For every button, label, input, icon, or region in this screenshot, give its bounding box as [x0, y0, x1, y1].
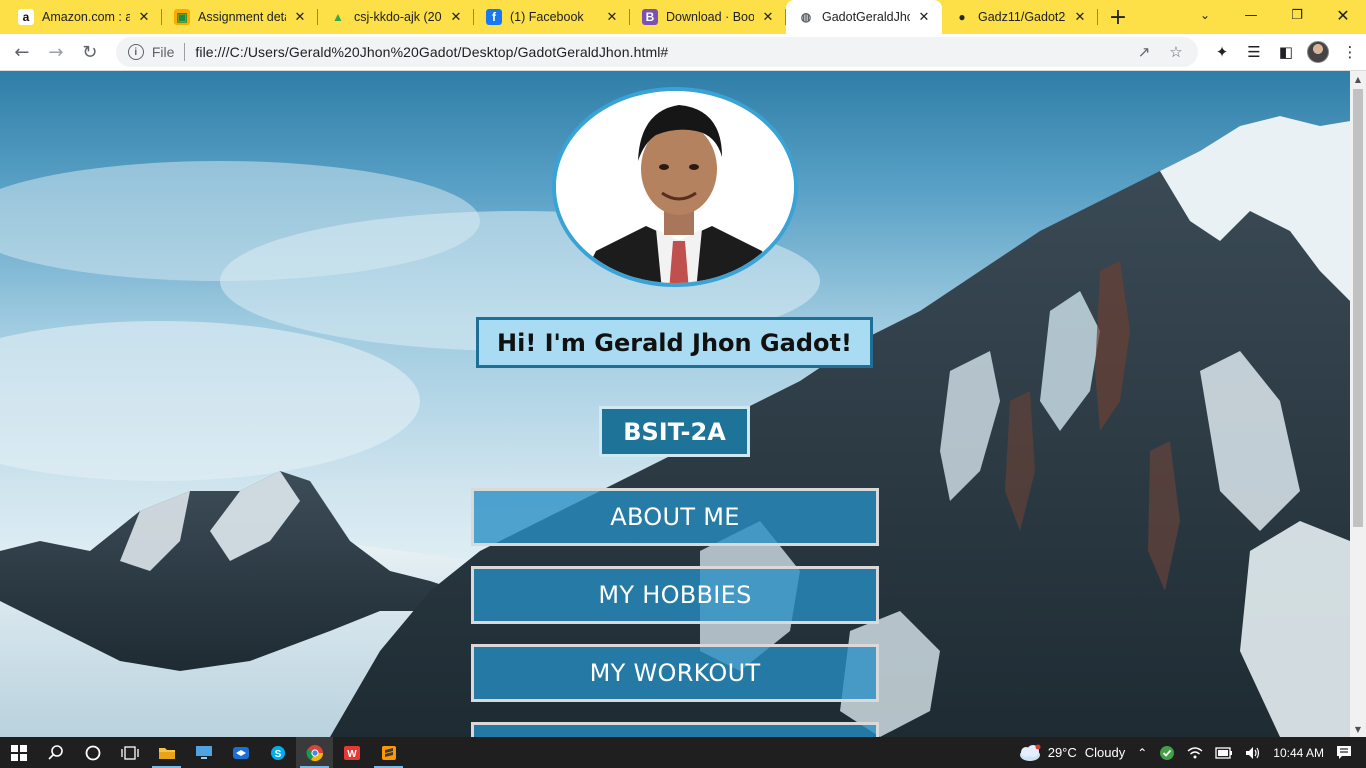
forward-icon[interactable]: →	[40, 36, 72, 68]
task-view-icon[interactable]	[111, 737, 148, 768]
share-icon[interactable]: ↗	[1132, 40, 1156, 64]
wps-office-icon[interactable]: W	[333, 737, 370, 768]
windows-taskbar: S W 29°C Cloudy ⌃ 10:44 AM	[0, 737, 1366, 768]
browser-tab[interactable]: a Amazon.com : all ✕	[6, 0, 162, 34]
tab-title: Download · Boot	[666, 10, 754, 24]
back-icon[interactable]: ←	[6, 36, 38, 68]
browser-tab[interactable]: ● Gadz11/Gadot20 ✕	[942, 0, 1098, 34]
menu-kebab-icon[interactable]: ⋮	[1334, 36, 1366, 68]
skype-icon[interactable]: S	[259, 737, 296, 768]
url-text[interactable]: file:///C:/Users/Gerald%20Jhon%20Gadot/D…	[195, 44, 1124, 60]
omnibox-divider	[184, 43, 186, 61]
browser-tab[interactable]: ▲ csj-kkdo-ajk (202 ✕	[318, 0, 474, 34]
security-check-icon[interactable]	[1159, 745, 1175, 761]
tab-separator	[1097, 9, 1098, 25]
teamviewer-icon[interactable]	[222, 737, 259, 768]
weather-condition: Cloudy	[1084, 745, 1126, 760]
browser-tab[interactable]: ▣ Assignment deta ✕	[162, 0, 318, 34]
close-tab-icon[interactable]: ✕	[760, 9, 776, 25]
reload-icon[interactable]: ↻	[74, 36, 106, 68]
browser-tab[interactable]: ◍ GadotGeraldJhon ✕	[786, 0, 942, 34]
avatar	[1306, 41, 1329, 63]
window-controls: — ❐ ✕	[1228, 0, 1366, 30]
sublime-text-icon[interactable]	[370, 737, 407, 768]
bookmark-star-icon[interactable]: ☆	[1164, 40, 1188, 64]
my-hobbies-button[interactable]: MY HOBBIES	[471, 566, 879, 624]
my-workout-button[interactable]: MY WORKOUT	[471, 644, 879, 702]
clock[interactable]: 10:44 AM	[1273, 746, 1324, 760]
file-explorer-icon[interactable]	[148, 737, 185, 768]
menu-button-partial[interactable]	[471, 722, 879, 737]
new-tab-button[interactable]: +	[1104, 3, 1132, 31]
github-icon: ●	[958, 10, 966, 24]
windows-start-icon[interactable]	[0, 737, 37, 768]
side-panel-icon[interactable]: ◧	[1270, 36, 1302, 68]
tab-title: Assignment deta	[198, 10, 286, 24]
scheme-label: File	[151, 44, 175, 60]
person-portrait-icon	[556, 91, 794, 283]
page-viewport: Hi! I'm Gerald Jhon Gadot! BSIT-2A ABOUT…	[0, 71, 1350, 737]
browser-tab[interactable]: f (1) Facebook ✕	[474, 0, 630, 34]
extensions-icon[interactable]: ✦	[1206, 36, 1238, 68]
tab-title: (1) Facebook	[510, 10, 584, 24]
site-info-icon[interactable]: i	[127, 44, 144, 60]
close-tab-icon[interactable]: ✕	[136, 9, 152, 25]
greeting-heading: Hi! I'm Gerald Jhon Gadot!	[476, 317, 873, 368]
classroom-icon: ▣	[174, 9, 190, 25]
this-pc-icon[interactable]	[185, 737, 222, 768]
scroll-up-icon[interactable]: ▲	[1350, 71, 1366, 87]
globe-icon: ◍	[800, 10, 812, 24]
section-badge: BSIT-2A	[599, 406, 750, 457]
minimize-icon[interactable]: —	[1228, 0, 1274, 30]
show-hidden-icons-icon[interactable]: ⌃	[1137, 746, 1147, 760]
google-drive-icon: ▲	[332, 10, 344, 24]
bootstrap-icon: B	[642, 9, 658, 25]
battery-icon[interactable]	[1215, 746, 1233, 759]
wifi-icon[interactable]	[1187, 746, 1203, 760]
tab-title: GadotGeraldJhon	[822, 10, 910, 24]
action-center-icon[interactable]	[1336, 745, 1352, 761]
page-scrollbar[interactable]: ▲ ▼	[1350, 71, 1366, 737]
search-icon[interactable]	[37, 737, 74, 768]
facebook-icon: f	[486, 9, 502, 25]
restore-icon[interactable]: ❐	[1274, 0, 1320, 30]
system-tray: 29°C Cloudy ⌃ 10:44 AM	[1012, 737, 1366, 768]
close-tab-icon[interactable]: ✕	[292, 9, 308, 25]
close-tab-icon[interactable]: ✕	[1072, 9, 1088, 25]
chrome-icon[interactable]	[296, 737, 333, 768]
cloud-icon	[1019, 744, 1041, 761]
browser-tab[interactable]: B Download · Boot ✕	[630, 0, 786, 34]
tab-title: csj-kkdo-ajk (202	[354, 10, 442, 24]
about-me-button[interactable]: ABOUT ME	[471, 488, 879, 546]
svg-text:W: W	[347, 749, 357, 760]
tab-title: Amazon.com : all	[42, 10, 130, 24]
amazon-icon: a	[18, 9, 34, 25]
close-tab-icon[interactable]: ✕	[916, 9, 932, 25]
svg-text:S: S	[274, 749, 281, 760]
close-tab-icon[interactable]: ✕	[604, 9, 620, 25]
close-window-icon[interactable]: ✕	[1320, 0, 1366, 30]
weather-temp: 29°C	[1047, 745, 1077, 760]
browser-toolbar: ← → ↻ i File file:///C:/Users/Gerald%20J…	[0, 34, 1366, 71]
tab-strip: a Amazon.com : all ✕ ▣ Assignment deta ✕ ▲ csj-…	[0, 0, 1366, 34]
media-control-icon[interactable]: ☰	[1238, 36, 1270, 68]
close-tab-icon[interactable]: ✕	[448, 9, 464, 25]
address-bar[interactable]: i File file:///C:/Users/Gerald%20Jhon%20…	[115, 37, 1198, 67]
cortana-icon[interactable]	[74, 737, 111, 768]
scrollbar-thumb[interactable]	[1353, 89, 1363, 527]
weather-widget[interactable]: 29°C Cloudy	[1018, 744, 1126, 762]
tab-search-icon[interactable]: ⌄	[1190, 0, 1220, 30]
scroll-down-icon[interactable]: ▼	[1350, 721, 1366, 737]
profile-photo	[552, 87, 798, 287]
volume-icon[interactable]	[1245, 746, 1261, 760]
tab-title: Gadz11/Gadot20	[978, 10, 1066, 24]
profile-avatar[interactable]	[1302, 36, 1334, 68]
